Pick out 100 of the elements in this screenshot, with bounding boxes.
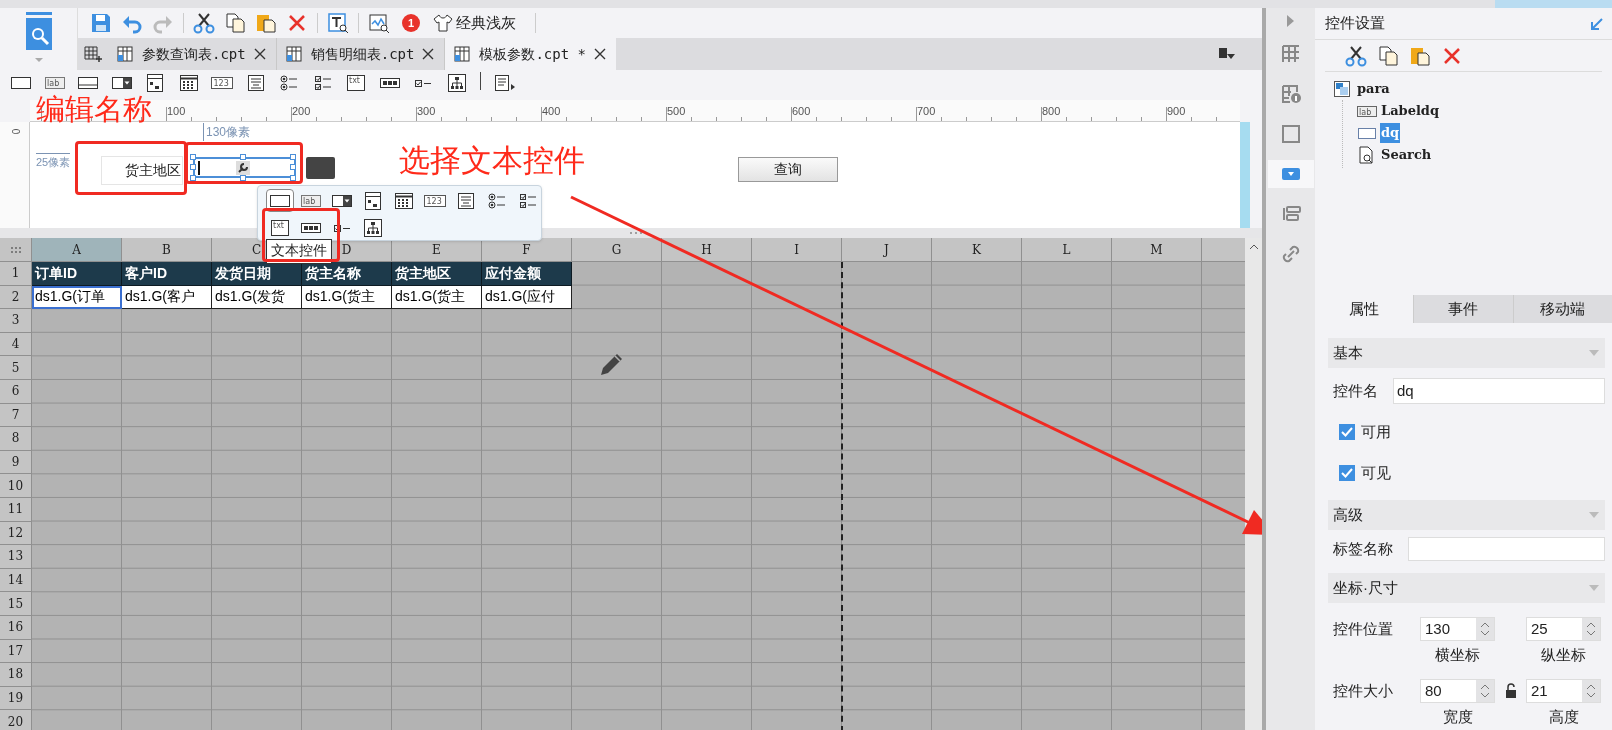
theme-button[interactable]: 经典浅灰	[433, 11, 516, 35]
column-header[interactable]: L	[1022, 238, 1112, 262]
vertical-scrollbar[interactable]	[1245, 238, 1262, 730]
table-cell[interactable]: 发货日期	[212, 262, 302, 286]
ruler-mark: 500	[667, 104, 686, 119]
row-header[interactable]: 11	[0, 497, 32, 522]
column-header[interactable]: H	[662, 238, 752, 262]
tree-item[interactable]: Search	[1380, 145, 1433, 165]
row-header[interactable]: 15	[0, 592, 32, 616]
column-header[interactable]: A	[32, 238, 122, 262]
text-widget-icon[interactable]: txt	[344, 72, 368, 94]
table-cell[interactable]: 订单ID	[32, 262, 122, 286]
resize-handle[interactable]	[240, 154, 246, 160]
row-header[interactable]: 6	[0, 379, 32, 404]
row-header[interactable]: 5	[0, 356, 32, 380]
section-header[interactable]: 基本	[1328, 338, 1605, 368]
column-header[interactable]: I	[752, 238, 842, 262]
splitter-handle-icon[interactable]	[629, 231, 643, 235]
properties-tab[interactable]: 移动端	[1512, 295, 1612, 323]
copy-icon[interactable]	[1377, 44, 1399, 67]
side-tool-button[interactable]	[1267, 160, 1314, 188]
number-spinner[interactable]: 80	[1420, 679, 1495, 703]
document-search-icon[interactable]	[23, 12, 54, 52]
column-header[interactable]: M	[1112, 238, 1202, 262]
row-header[interactable]: 8	[0, 427, 32, 451]
checkbox-label: 可见	[1361, 462, 1391, 483]
number-spinner[interactable]: 130	[1420, 617, 1495, 641]
number-spinner[interactable]: 25	[1526, 617, 1601, 641]
row-header[interactable]: 20	[0, 710, 32, 730]
number-spinner[interactable]: 21	[1526, 679, 1601, 703]
table-cell[interactable]: ds1.G(客户	[122, 285, 212, 310]
scissors-icon[interactable]	[193, 12, 215, 34]
lock-icon[interactable]	[1504, 683, 1517, 699]
table-cell[interactable]: ds1.G(货主	[302, 285, 392, 310]
text-search-icon[interactable]	[327, 12, 349, 34]
tree-item[interactable]: para	[1356, 79, 1391, 99]
table-cell[interactable]: 货主名称	[302, 262, 392, 286]
save-icon[interactable]	[90, 12, 112, 34]
field-label: 控件位置	[1332, 618, 1394, 639]
height-hint: 25像素	[36, 153, 71, 171]
paste-icon[interactable]	[255, 12, 277, 34]
ruler-mark: 600	[792, 104, 811, 119]
text-cursor	[198, 160, 200, 175]
checkbox-label: 可用	[1361, 421, 1391, 442]
chart-search-icon[interactable]	[368, 12, 390, 34]
copy-icon[interactable]	[224, 12, 246, 34]
table-cell[interactable]: ds1.G(应付	[482, 285, 572, 310]
row-header[interactable]: 16	[0, 615, 32, 640]
document-tab[interactable]: 模板参数.cpt *	[445, 38, 616, 70]
properties-tab[interactable]: 事件	[1413, 295, 1513, 323]
close-icon[interactable]	[422, 48, 435, 60]
table-cell[interactable]: 客户ID	[122, 262, 212, 286]
close-icon[interactable]	[253, 48, 266, 60]
table-cell[interactable]: 应付金额	[482, 262, 572, 286]
scissors-icon[interactable]	[1345, 44, 1367, 67]
table-cell[interactable]: ds1.G(发货	[212, 285, 302, 310]
wrench-icon[interactable]	[236, 161, 250, 175]
text-widget-icon[interactable]: txt	[268, 217, 292, 239]
row-header[interactable]: 13	[0, 545, 32, 569]
row-header[interactable]: 1	[0, 262, 32, 286]
row-header[interactable]: 10	[0, 474, 32, 498]
label-widget[interactable]: 货主地区	[101, 156, 183, 185]
report-icon	[116, 45, 134, 63]
report-icon	[284, 45, 303, 63]
row-header[interactable]: 2	[0, 285, 32, 310]
new-sheet-icon[interactable]	[83, 44, 103, 64]
close-icon[interactable]	[594, 48, 606, 60]
row-header[interactable]: 4	[0, 332, 32, 357]
name-input-field[interactable]: dq	[1393, 378, 1605, 404]
tag-name-input-field[interactable]	[1408, 537, 1605, 561]
scroll-up-icon[interactable]	[1248, 244, 1259, 250]
row-header[interactable]: 3	[0, 309, 32, 333]
column-header[interactable]: K	[932, 238, 1022, 262]
column-header[interactable]: B	[122, 238, 212, 262]
row-header[interactable]: 7	[0, 403, 32, 428]
collapse-arrow-icon[interactable]	[1590, 16, 1604, 31]
table-cell[interactable]: 货主地区	[392, 262, 482, 286]
section-header[interactable]: 坐标·尺寸	[1328, 573, 1605, 603]
column-header[interactable]: G	[572, 238, 662, 262]
query-button[interactable]: 查询	[738, 157, 838, 182]
checkbox[interactable]	[1339, 465, 1355, 481]
table-cell[interactable]: ds1.G(订单	[32, 285, 122, 310]
column-header[interactable]: J	[842, 238, 932, 262]
notification-badge[interactable]: 1	[402, 14, 420, 32]
row-header[interactable]: 14	[0, 568, 32, 593]
row-header[interactable]: 9	[0, 450, 32, 475]
checkbox[interactable]	[1339, 424, 1355, 440]
more-widgets-icon[interactable]	[492, 72, 517, 94]
row-header[interactable]: 18	[0, 663, 32, 687]
resize-handle[interactable]	[240, 175, 246, 181]
grid-icon	[1279, 43, 1302, 65]
ruler-mark: 800	[1042, 104, 1061, 119]
section-header[interactable]: 高级	[1328, 500, 1605, 530]
row-header[interactable]: 17	[0, 639, 32, 664]
row-header[interactable]: 12	[0, 521, 32, 546]
tree-item[interactable]: Labeldq	[1380, 101, 1441, 121]
text-widget[interactable]	[190, 154, 298, 181]
ruler-mark: 900	[1167, 104, 1186, 119]
row-header[interactable]: 19	[0, 686, 32, 711]
table-cell[interactable]: ds1.G(货主	[392, 285, 482, 310]
